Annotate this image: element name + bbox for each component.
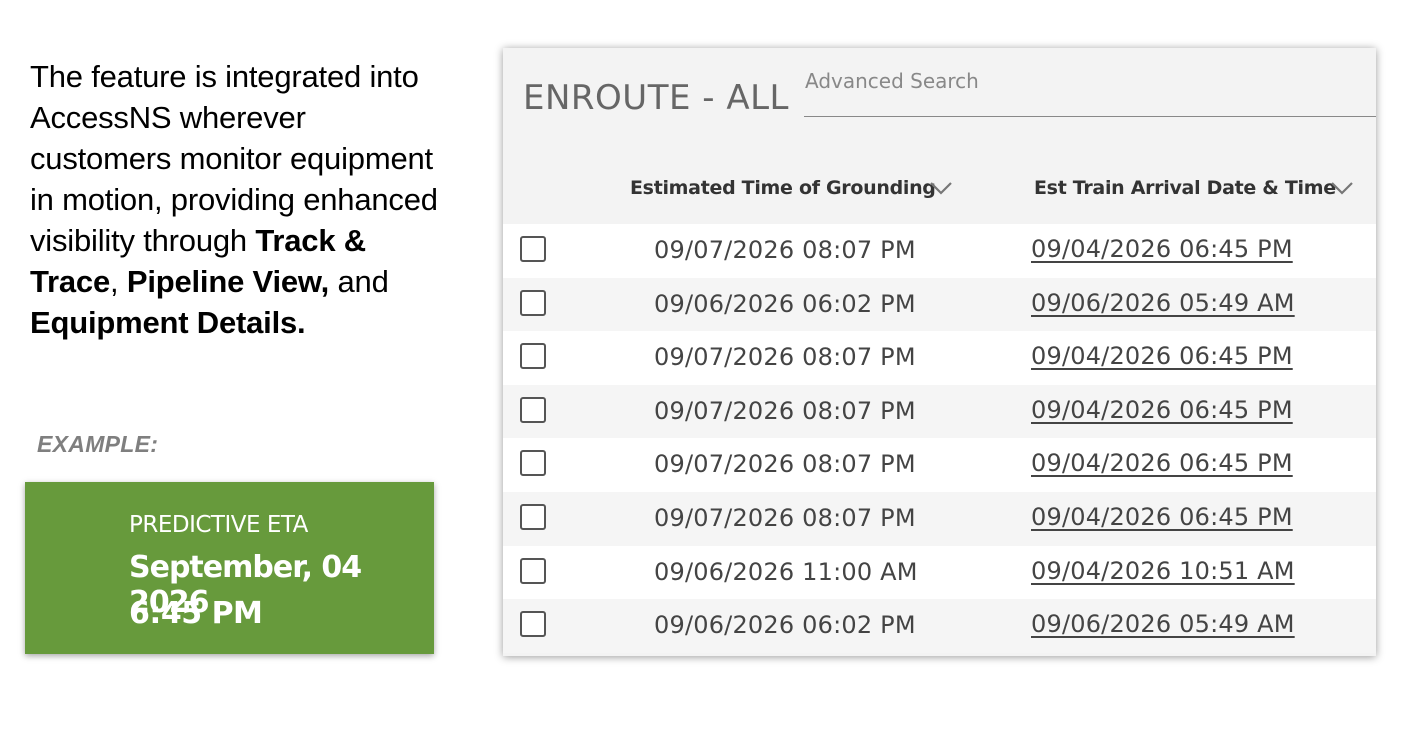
enroute-panel: ENROUTE - ALL Advanced Search Estimated … bbox=[503, 48, 1376, 656]
arrival-link[interactable]: 09/04/2026 06:45 PM bbox=[1031, 235, 1293, 263]
table-row: 09/07/2026 08:07 PM 09/04/2026 06:45 PM bbox=[503, 331, 1376, 385]
arrival-link[interactable]: 09/04/2026 10:51 AM bbox=[1031, 557, 1295, 585]
row-checkbox[interactable] bbox=[520, 450, 546, 477]
intro-text-2: , bbox=[110, 264, 127, 299]
arrival-link[interactable]: 09/06/2026 05:49 AM bbox=[1031, 289, 1295, 317]
arrival-link[interactable]: 09/04/2026 06:45 PM bbox=[1031, 396, 1293, 424]
table-row: 09/07/2026 08:07 PM 09/04/2026 06:45 PM bbox=[503, 384, 1376, 439]
table-body: 09/07/2026 08:07 PM 09/04/2026 06:45 PM … bbox=[503, 224, 1376, 653]
row-checkbox[interactable] bbox=[520, 611, 546, 638]
grounding-cell: 09/07/2026 08:07 PM bbox=[654, 450, 916, 479]
table-row: 09/06/2026 06:02 PM 09/06/2026 05:49 AM bbox=[503, 599, 1376, 653]
example-label: EXAMPLE: bbox=[37, 431, 159, 457]
row-checkbox[interactable] bbox=[520, 396, 546, 423]
eta-card-title: PREDICTIVE ETA bbox=[129, 512, 308, 538]
grounding-cell: 09/07/2026 08:07 PM bbox=[654, 503, 916, 532]
predictive-eta-card: PREDICTIVE ETA September, 04 2026 6:45 P… bbox=[25, 482, 434, 654]
grounding-cell: 09/07/2026 08:07 PM bbox=[654, 236, 916, 264]
intro-text-1: The feature is integrated into AccessNS … bbox=[30, 59, 438, 258]
column-header-arrival[interactable]: Est Train Arrival Date & Time bbox=[1034, 177, 1336, 199]
chevron-down-icon[interactable] bbox=[929, 180, 953, 196]
table-row: 09/07/2026 08:07 PM 09/04/2026 06:45 PM bbox=[503, 438, 1376, 492]
intro-text-3: and bbox=[329, 264, 389, 299]
advanced-search-input[interactable] bbox=[804, 66, 1376, 117]
intro-bold-pipeline-view: Pipeline View, bbox=[126, 264, 330, 299]
row-checkbox[interactable] bbox=[520, 236, 546, 262]
row-checkbox[interactable] bbox=[520, 343, 546, 370]
grounding-cell: 09/07/2026 08:07 PM bbox=[654, 396, 916, 425]
row-checkbox[interactable] bbox=[520, 289, 546, 316]
intro-bold-equipment-details: Equipment Details. bbox=[30, 305, 306, 340]
table-row: 09/07/2026 08:07 PM 09/04/2026 06:45 PM bbox=[503, 224, 1376, 278]
row-checkbox[interactable] bbox=[520, 503, 546, 530]
grounding-cell: 09/06/2026 06:02 PM bbox=[654, 611, 916, 640]
arrival-link[interactable]: 09/04/2026 06:45 PM bbox=[1031, 342, 1293, 370]
eta-card-time: 6:45 PM bbox=[129, 596, 263, 631]
arrival-link[interactable]: 09/04/2026 06:45 PM bbox=[1031, 449, 1293, 477]
table-row: 09/06/2026 11:00 AM 09/04/2026 10:51 AM bbox=[503, 545, 1376, 600]
intro-paragraph: The feature is integrated into AccessNS … bbox=[30, 56, 450, 343]
table-header: Estimated Time of Grounding Est Train Ar… bbox=[503, 156, 1376, 224]
grounding-cell: 09/06/2026 06:02 PM bbox=[654, 289, 916, 318]
arrival-link[interactable]: 09/06/2026 05:49 AM bbox=[1031, 610, 1295, 638]
arrival-link[interactable]: 09/04/2026 06:45 PM bbox=[1031, 503, 1293, 531]
grounding-cell: 09/06/2026 11:00 AM bbox=[654, 557, 918, 586]
row-checkbox[interactable] bbox=[520, 557, 546, 584]
table-row: 09/06/2026 06:02 PM 09/06/2026 05:49 AM bbox=[503, 277, 1376, 332]
grounding-cell: 09/07/2026 08:07 PM bbox=[654, 343, 916, 372]
panel-title: ENROUTE - ALL bbox=[523, 78, 789, 118]
table-row: 09/07/2026 08:07 PM 09/04/2026 06:45 PM bbox=[503, 491, 1376, 546]
column-header-grounding[interactable]: Estimated Time of Grounding bbox=[630, 177, 936, 199]
chevron-down-icon[interactable] bbox=[1330, 180, 1354, 196]
